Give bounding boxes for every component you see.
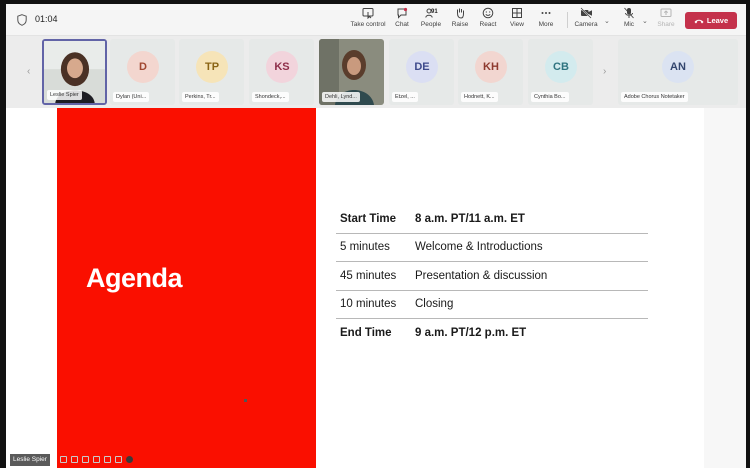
mic-label: Mic	[623, 21, 635, 28]
avatar: KH	[475, 51, 507, 83]
agenda-row: 45 minutes Presentation & discussion	[336, 262, 648, 291]
share-icon	[660, 8, 672, 17]
agenda-row: 10 minutes Closing	[336, 291, 648, 319]
camera-button[interactable]: Camera	[572, 7, 600, 35]
more-icon	[541, 12, 551, 14]
people-label: People	[420, 21, 442, 28]
participant-gallery: ‹ Leslie Spier D Dylan (Uni... TP Perkin…	[6, 36, 746, 108]
pointer-tool-icon[interactable]	[60, 456, 67, 463]
participant-name: Cynthia Bo...	[531, 92, 569, 102]
agenda-item: Welcome & Introductions	[415, 241, 543, 254]
participant-tile[interactable]: AN Adobe Chorus Notetaker	[618, 39, 738, 105]
react-button[interactable]: React	[475, 7, 501, 35]
camera-icon	[579, 7, 592, 19]
agenda-row: 5 minutes Welcome & Introductions	[336, 234, 648, 262]
participant-name: Dehli, Lynd...	[322, 92, 360, 102]
agenda-item: 9 a.m. PT/12 p.m. ET	[415, 327, 527, 340]
toolbar-divider	[567, 12, 568, 28]
agenda-duration: 45 minutes	[340, 269, 397, 282]
agenda-item: 8 a.m. PT/11 a.m. ET	[415, 212, 525, 225]
view-button[interactable]: View	[505, 7, 529, 35]
participant-tile[interactable]: D Dylan (Uni...	[110, 39, 175, 105]
presenter-name-tag: Leslie Spier	[10, 454, 50, 466]
agenda-duration: Start Time	[340, 212, 397, 225]
avatar: TP	[196, 51, 228, 83]
avatar: KS	[266, 51, 298, 83]
mic-muted-icon	[624, 7, 634, 19]
camera-label: Camera	[574, 21, 598, 28]
participant-name: Dylan (Uni...	[113, 92, 150, 102]
mic-options-chevron-icon[interactable]: ⌄	[642, 17, 648, 25]
raise-label: Raise	[451, 21, 469, 28]
participant-name: Adobe Chorus Notetaker	[621, 92, 688, 102]
pen-tool-icon[interactable]	[71, 456, 78, 463]
take-control-button[interactable]: Take control	[348, 7, 388, 35]
more-button[interactable]: More	[533, 7, 559, 35]
shield-icon	[17, 14, 27, 26]
participant-name: Etzel, ...	[392, 92, 418, 102]
meeting-timer: 01:04	[35, 14, 58, 24]
take-control-label: Take control	[350, 21, 386, 28]
agenda-duration: 5 minutes	[340, 241, 390, 254]
gallery-prev-chevron-icon[interactable]: ‹	[27, 66, 30, 77]
participant-tile[interactable]: DE Etzel, ...	[389, 39, 454, 105]
avatar: D	[127, 51, 159, 83]
avatar: AN	[662, 51, 694, 83]
agenda-item: Closing	[415, 298, 454, 311]
slide-title: Agenda	[86, 263, 183, 293]
take-control-icon	[362, 8, 374, 19]
mouse-cursor	[244, 399, 247, 402]
chat-button[interactable]: Chat	[390, 7, 414, 35]
participant-tile[interactable]: Leslie Spier	[42, 39, 107, 105]
participant-tile[interactable]: CB Cynthia Bo...	[528, 39, 593, 105]
people-count: 91	[431, 9, 438, 15]
view-icon	[512, 8, 522, 18]
raise-hand-icon	[457, 8, 464, 19]
agenda-row: Start Time 8 a.m. PT/11 a.m. ET	[336, 205, 648, 234]
participant-tile[interactable]: TP Perkins, Tr...	[179, 39, 244, 105]
avatar: CB	[545, 51, 577, 83]
agenda-table: Start Time 8 a.m. PT/11 a.m. ET 5 minute…	[336, 205, 648, 348]
gallery-next-chevron-icon[interactable]: ›	[603, 66, 606, 77]
chat-label: Chat	[395, 21, 409, 28]
share-button[interactable]: Share	[654, 7, 678, 35]
participant-name: Perkins, Tr...	[182, 92, 219, 102]
share-label: Share	[657, 21, 675, 28]
highlighter-tool-icon[interactable]	[82, 456, 89, 463]
agenda-item: Presentation & discussion	[415, 269, 548, 282]
react-icon	[482, 7, 494, 19]
leave-label: Leave	[706, 16, 729, 25]
record-icon[interactable]	[126, 456, 133, 463]
participant-name: Leslie Spier	[47, 90, 82, 100]
presenter-toolbar	[60, 456, 133, 466]
eraser-tool-icon[interactable]	[93, 456, 100, 463]
meeting-toolbar: 01:04 Take control Chat 91 People Raise …	[6, 4, 746, 36]
more-label: More	[538, 21, 554, 28]
window-frame-right	[746, 0, 750, 468]
chat-icon	[397, 7, 408, 19]
leave-button[interactable]: Leave	[685, 12, 737, 29]
agenda-row: End Time 9 a.m. PT/12 p.m. ET	[336, 319, 648, 348]
participant-name: Shondeck,...	[252, 92, 289, 102]
view-label: View	[510, 21, 524, 28]
text-tool-icon[interactable]	[115, 456, 122, 463]
avatar: DE	[406, 51, 438, 83]
stage-margin	[704, 108, 746, 468]
agenda-duration: 10 minutes	[340, 298, 397, 311]
raise-hand-button[interactable]: Raise	[448, 7, 472, 35]
camera-options-chevron-icon[interactable]: ⌄	[604, 17, 610, 25]
agenda-duration: End Time	[340, 327, 392, 340]
participant-tile[interactable]: KH Hodnett, K...	[458, 39, 523, 105]
mic-button[interactable]: Mic	[617, 7, 641, 35]
react-label: React	[479, 21, 497, 28]
slides-grid-icon[interactable]	[104, 456, 111, 463]
participant-tile[interactable]: Dehli, Lynd...	[319, 39, 384, 105]
people-button[interactable]: 91 People	[417, 7, 445, 35]
participant-tile[interactable]: KS Shondeck,...	[249, 39, 314, 105]
participant-name: Hodnett, K...	[461, 92, 498, 102]
phone-hangup-icon	[694, 19, 704, 23]
